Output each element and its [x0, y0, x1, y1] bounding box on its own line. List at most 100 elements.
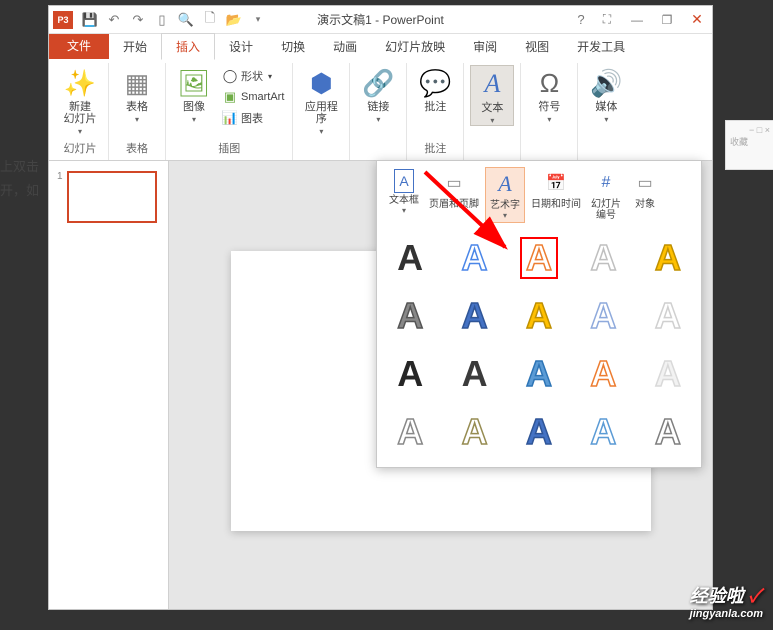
tab-insert[interactable]: 插入 — [161, 33, 215, 60]
shapes-icon: ◯ — [222, 68, 238, 84]
chevron-down-icon: ▾ — [319, 127, 323, 136]
tab-file[interactable]: 文件 — [49, 32, 109, 59]
media-button[interactable]: 🔊 媒体 ▾ — [584, 65, 628, 124]
undo-icon[interactable]: ↶ — [105, 11, 123, 29]
app-icon: P3 — [53, 11, 73, 29]
wordart-gallery: AAAAAAAAAAAAAAAAAAAA — [377, 227, 701, 467]
object-icon: ▭ — [631, 169, 659, 197]
tab-view[interactable]: 视图 — [511, 34, 563, 59]
slide-thumbnail-1[interactable] — [67, 171, 157, 223]
datetime-button[interactable]: 📅 日期和时间 — [527, 167, 585, 223]
window-title: 演示文稿1 - PowerPoint — [317, 11, 444, 28]
bg-text-1: 上双击 — [0, 155, 39, 179]
wordart-style-3-0[interactable]: A — [391, 411, 429, 453]
chevron-down-icon: ▾ — [503, 211, 507, 220]
wordart-style-2-2[interactable]: A — [520, 353, 558, 395]
wordart-style-3-3[interactable]: A — [584, 411, 622, 453]
ribbon: ✨ 新建 幻灯片 ▾ 幻灯片 ▦ 表格 ▾ 表格 🖼 图像 — [49, 59, 712, 161]
tab-review[interactable]: 审阅 — [459, 34, 511, 59]
chevron-down-icon: ▾ — [78, 127, 82, 136]
minimize-icon[interactable]: — — [622, 8, 652, 32]
images-button[interactable]: 🖼 图像 ▾ — [172, 65, 216, 124]
apps-button[interactable]: ⬢ 应用程 序 ▾ — [299, 65, 343, 136]
help-icon[interactable]: ? — [570, 8, 592, 32]
tab-design[interactable]: 设计 — [215, 34, 267, 59]
textbox-icon: A — [394, 169, 414, 193]
headerfooter-button[interactable]: ▭ 页眉和页脚 — [425, 167, 483, 223]
apps-icon: ⬢ — [305, 67, 337, 99]
links-button[interactable]: 🔗 链接 ▾ — [356, 65, 400, 124]
wordart-style-0-1[interactable]: A — [455, 237, 493, 279]
shapes-button[interactable]: ◯ 形状▾ — [220, 67, 286, 85]
chevron-down-icon: ▾ — [402, 206, 406, 215]
start-from-beginning-icon[interactable]: ▯ — [153, 11, 171, 29]
wordart-style-1-2[interactable]: A — [520, 295, 558, 337]
chevron-down-icon: ▾ — [490, 116, 494, 125]
tab-transitions[interactable]: 切换 — [267, 34, 319, 59]
wordart-style-3-4[interactable]: A — [649, 411, 687, 453]
textbox-button[interactable]: A 文本框 ▾ — [385, 167, 423, 223]
tab-home[interactable]: 开始 — [109, 34, 161, 59]
wordart-style-0-3[interactable]: A — [584, 237, 622, 279]
slidenumber-button[interactable]: # 幻灯片 编号 — [587, 167, 625, 223]
table-icon: ▦ — [121, 67, 153, 99]
wordart-style-0-0[interactable]: A — [391, 237, 429, 279]
comment-icon: 💬 — [419, 67, 451, 99]
new-slide-icon: ✨ — [64, 67, 96, 99]
slide-thumbnails-panel: 1 — [49, 161, 169, 609]
wordart-style-1-0[interactable]: A — [391, 295, 429, 337]
wordart-button[interactable]: A 艺术字 ▾ — [485, 167, 525, 223]
chevron-down-icon: ▾ — [547, 115, 551, 124]
object-button[interactable]: ▭ 对象 — [627, 167, 663, 223]
text-icon: A — [476, 68, 508, 100]
save-icon[interactable]: 💾 — [81, 11, 99, 29]
chevron-down-icon: ▾ — [604, 115, 608, 124]
chevron-down-icon: ▾ — [192, 115, 196, 124]
open-icon[interactable]: 📂 — [225, 11, 243, 29]
ribbon-display-icon[interactable]: ⛶ — [592, 8, 622, 32]
symbols-button[interactable]: Ω 符号 ▾ — [527, 65, 571, 124]
tab-slideshow[interactable]: 幻灯片放映 — [371, 34, 459, 59]
wordart-style-2-0[interactable]: A — [391, 353, 429, 395]
qat-dropdown-icon[interactable]: ▾ — [249, 11, 267, 29]
wordart-style-3-2[interactable]: A — [520, 411, 558, 453]
media-icon: 🔊 — [590, 67, 622, 99]
group-label-tables: 表格 — [126, 138, 148, 160]
wordart-style-1-1[interactable]: A — [455, 295, 493, 337]
chevron-down-icon: ▾ — [135, 115, 139, 124]
comment-button[interactable]: 💬 批注 — [413, 65, 457, 113]
redo-icon[interactable]: ↷ — [129, 11, 147, 29]
watermark: 经验啦 ✓ jingyanla.com — [690, 582, 763, 620]
wordart-style-3-1[interactable]: A — [455, 411, 493, 453]
wordart-style-2-1[interactable]: A — [455, 353, 493, 395]
wordart-style-1-3[interactable]: A — [584, 295, 622, 337]
headerfooter-icon: ▭ — [440, 169, 468, 197]
chart-button[interactable]: 📊 图表 — [220, 109, 286, 127]
wordart-style-0-4[interactable]: A — [649, 237, 687, 279]
link-icon: 🔗 — [362, 67, 394, 99]
group-label-comments: 批注 — [424, 138, 446, 160]
datetime-icon: 📅 — [542, 169, 570, 197]
new-slide-button[interactable]: ✨ 新建 幻灯片 ▾ — [58, 65, 102, 136]
background-panel: − □ × 收藏 — [725, 120, 773, 170]
wordart-style-2-4[interactable]: A — [649, 353, 687, 395]
smartart-icon: ▣ — [222, 89, 238, 105]
tab-animations[interactable]: 动画 — [319, 34, 371, 59]
close-icon[interactable]: ✕ — [682, 8, 712, 32]
table-button[interactable]: ▦ 表格 ▾ — [115, 65, 159, 124]
wordart-style-2-3[interactable]: A — [584, 353, 622, 395]
images-icon: 🖼 — [178, 67, 210, 99]
slidenumber-icon: # — [592, 169, 620, 197]
wordart-style-1-4[interactable]: A — [649, 295, 687, 337]
new-icon[interactable]: 🗋 — [201, 11, 219, 29]
slide-number: 1 — [57, 171, 63, 223]
wordart-style-0-2[interactable]: A — [520, 237, 559, 279]
print-preview-icon[interactable]: 🔍 — [177, 11, 195, 29]
bg-text-2: 开，如 — [0, 179, 39, 203]
smartart-button[interactable]: ▣ SmartArt — [220, 88, 286, 106]
restore-icon[interactable]: ❐ — [652, 8, 682, 32]
text-button[interactable]: A 文本 ▾ — [470, 65, 514, 126]
tab-developer[interactable]: 开发工具 — [563, 34, 639, 59]
chevron-down-icon: ▾ — [376, 115, 380, 124]
title-bar: P3 💾 ↶ ↷ ▯ 🔍 🗋 📂 ▾ 演示文稿1 - PowerPoint ? … — [49, 6, 712, 34]
